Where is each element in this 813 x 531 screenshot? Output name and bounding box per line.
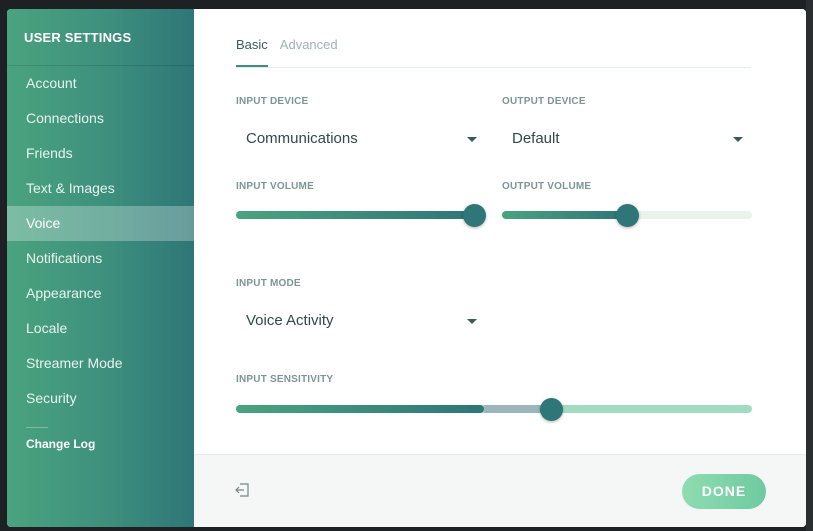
input-volume-slider[interactable] [236,204,486,227]
input-volume-label: INPUT VOLUME [236,181,314,192]
settings-modal: USER SETTINGS Account Connections Friend… [7,9,806,527]
tab-advanced[interactable]: Advanced [280,34,338,67]
sidebar: USER SETTINGS Account Connections Friend… [7,9,194,527]
sidebar-item-account[interactable]: Account [7,66,194,101]
input-sensitivity-handle[interactable] [540,398,563,421]
sidebar-item-voice[interactable]: Voice [7,206,194,241]
logout-icon[interactable] [234,482,250,498]
sidebar-item-connections[interactable]: Connections [7,101,194,136]
input-mode-label: INPUT MODE [236,278,301,289]
output-device-label: OUTPUT DEVICE [502,96,586,107]
sidebar-divider-short [26,427,48,428]
output-device-value: Default [512,130,560,147]
input-sensitivity-meter [236,405,484,413]
input-volume-fill [236,211,474,219]
output-volume-slider[interactable] [502,204,752,227]
chevron-down-icon [733,137,743,142]
sidebar-item-streamer-mode[interactable]: Streamer Mode [7,346,194,381]
chevron-down-icon [467,137,477,142]
sidebar-item-appearance[interactable]: Appearance [7,276,194,311]
input-device-label: INPUT DEVICE [236,96,309,107]
chevron-down-icon [467,319,477,324]
sidebar-item-locale[interactable]: Locale [7,311,194,346]
sidebar-item-notifications[interactable]: Notifications [7,241,194,276]
input-mode-value: Voice Activity [246,312,334,329]
done-button[interactable]: DONE [682,474,766,509]
output-volume-handle[interactable] [616,204,639,227]
sidebar-item-text-images[interactable]: Text & Images [7,171,194,206]
voice-settings-panel: Basic Advanced INPUT DEVICE Communicatio… [194,9,806,527]
footer: DONE [194,454,806,527]
tab-bar: Basic Advanced [236,34,338,67]
sidebar-title: USER SETTINGS [24,30,132,45]
window-edge [806,0,813,531]
input-device-select[interactable]: Communications [236,124,477,154]
input-volume-handle[interactable] [463,204,486,227]
input-sensitivity-slider[interactable] [236,398,752,421]
tab-basic[interactable]: Basic [236,34,268,67]
sidebar-item-friends[interactable]: Friends [7,136,194,171]
input-sensitivity-label: INPUT SENSITIVITY [236,374,334,385]
sidebar-item-security[interactable]: Security [7,381,194,416]
output-volume-label: OUTPUT VOLUME [502,181,592,192]
input-mode-select[interactable]: Voice Activity [236,306,477,336]
output-volume-fill [502,211,627,219]
output-device-select[interactable]: Default [502,124,743,154]
input-device-value: Communications [246,130,358,147]
tab-divider [236,67,751,68]
change-log-link[interactable]: Change Log [26,437,95,451]
